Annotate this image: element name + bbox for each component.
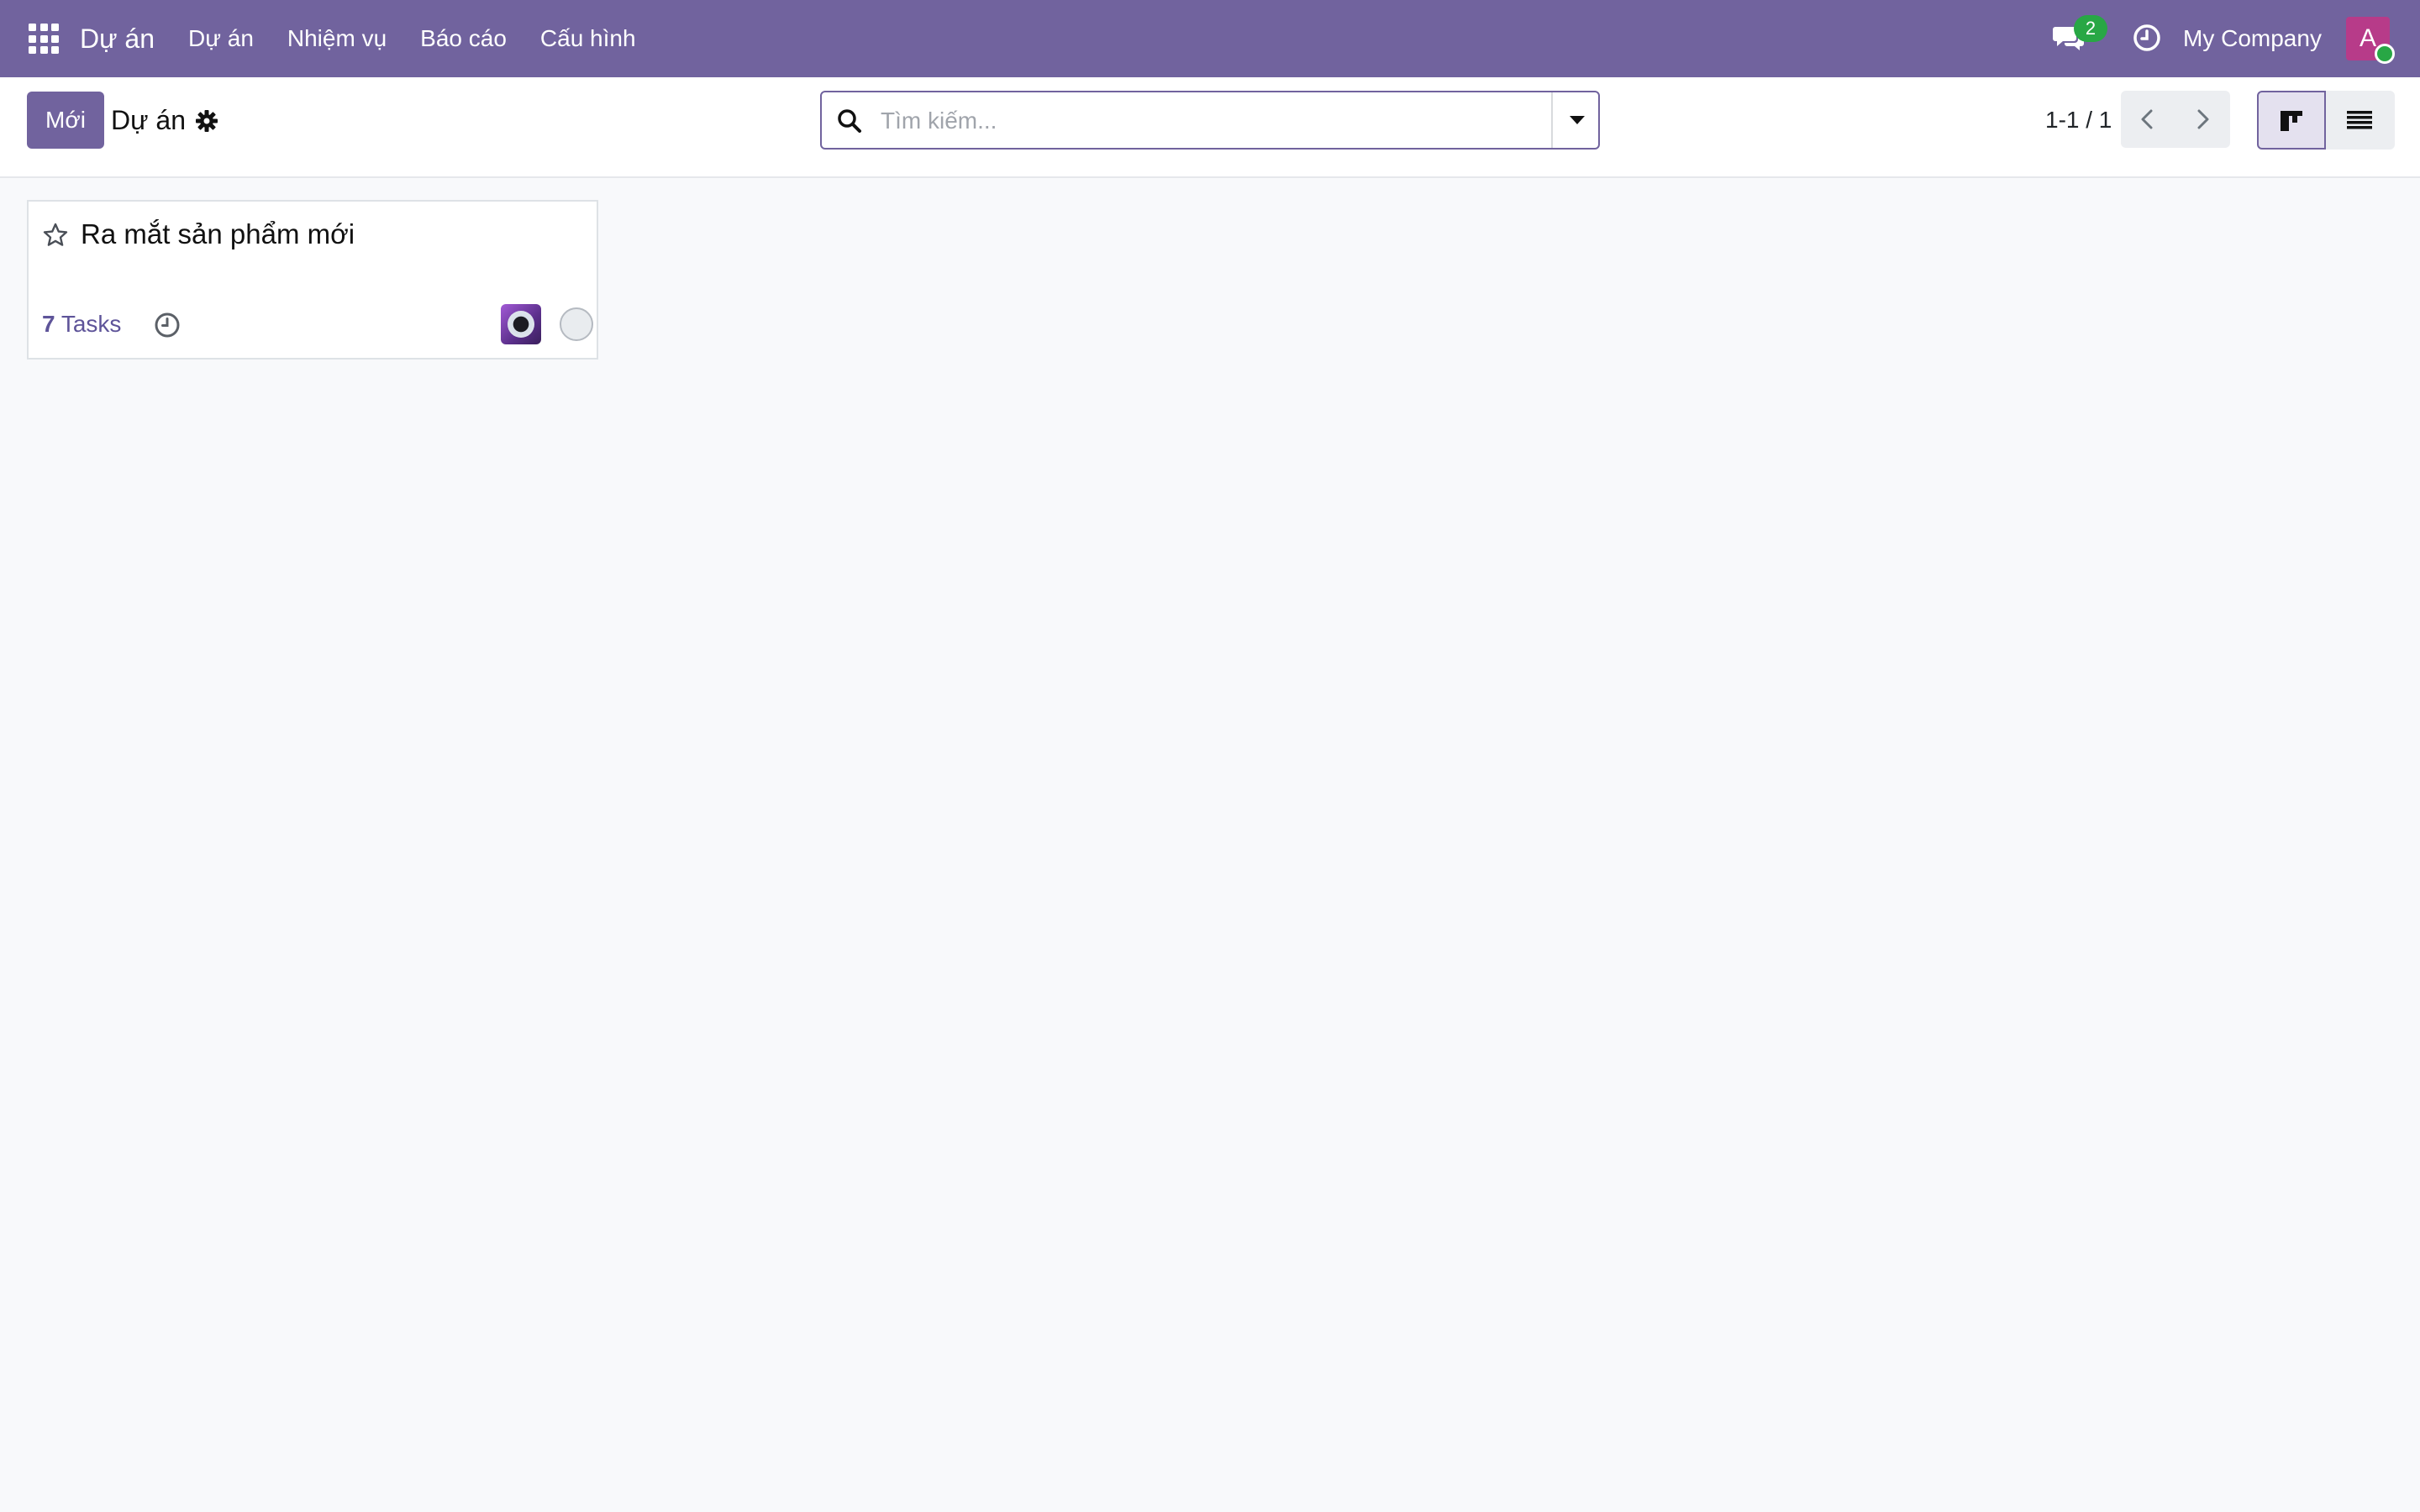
view-switcher xyxy=(2257,91,2395,150)
project-manager-avatar[interactable] xyxy=(501,304,541,344)
main-menu: Dự án Nhiệm vụ Báo cáo Cấu hình xyxy=(188,0,653,77)
kanban-view-button[interactable] xyxy=(2257,91,2326,150)
messages-badge: 2 xyxy=(2074,15,2107,42)
project-status-dot[interactable] xyxy=(560,307,593,341)
control-panel: Mới Dự án 1-1 / 1 xyxy=(0,77,2420,178)
pager-value[interactable]: 1-1 / 1 xyxy=(2045,92,2112,149)
favorite-star-icon[interactable] xyxy=(42,222,69,249)
menu-item-reporting[interactable]: Báo cáo xyxy=(403,0,523,77)
list-icon xyxy=(2347,111,2372,129)
pager-buttons xyxy=(2121,91,2230,148)
activity-clock-icon[interactable] xyxy=(153,311,182,339)
search-input[interactable] xyxy=(881,101,1519,141)
app-name[interactable]: Dự án xyxy=(80,0,155,77)
top-navbar: Dự án Dự án Nhiệm vụ Báo cáo Cấu hình 2 … xyxy=(0,0,2420,77)
project-card[interactable]: Ra mắt sản phẩm mới 7 Tasks xyxy=(27,200,598,360)
apps-grid-icon[interactable] xyxy=(29,24,59,54)
search-bar xyxy=(820,91,1600,150)
breadcrumb: Dự án xyxy=(111,105,187,135)
project-title: Ra mắt sản phẩm mới xyxy=(81,218,355,249)
list-view-button[interactable] xyxy=(2326,91,2395,150)
gear-icon[interactable] xyxy=(195,109,218,133)
menu-item-projects[interactable]: Dự án xyxy=(188,0,271,77)
search-icon xyxy=(838,109,861,133)
activity-clock-icon[interactable] xyxy=(2132,23,2162,53)
new-button[interactable]: Mới xyxy=(27,92,104,149)
chevron-right-icon xyxy=(2197,109,2209,129)
caret-down-icon xyxy=(1570,116,1585,124)
tasks-link[interactable]: 7 Tasks xyxy=(42,311,121,338)
menu-item-tasks[interactable]: Nhiệm vụ xyxy=(271,0,403,77)
chevron-left-icon xyxy=(2141,109,2153,129)
pager-previous-button[interactable] xyxy=(2121,91,2175,148)
online-status-dot xyxy=(2375,44,2395,64)
company-switcher[interactable]: My Company xyxy=(2183,0,2322,77)
menu-item-configuration[interactable]: Cấu hình xyxy=(523,0,653,77)
task-label: Tasks xyxy=(60,311,122,337)
kanban-icon xyxy=(2281,111,2302,131)
search-options-toggle[interactable] xyxy=(1551,92,1600,148)
pager-next-button[interactable] xyxy=(2175,91,2230,148)
task-count: 7 xyxy=(42,311,55,337)
